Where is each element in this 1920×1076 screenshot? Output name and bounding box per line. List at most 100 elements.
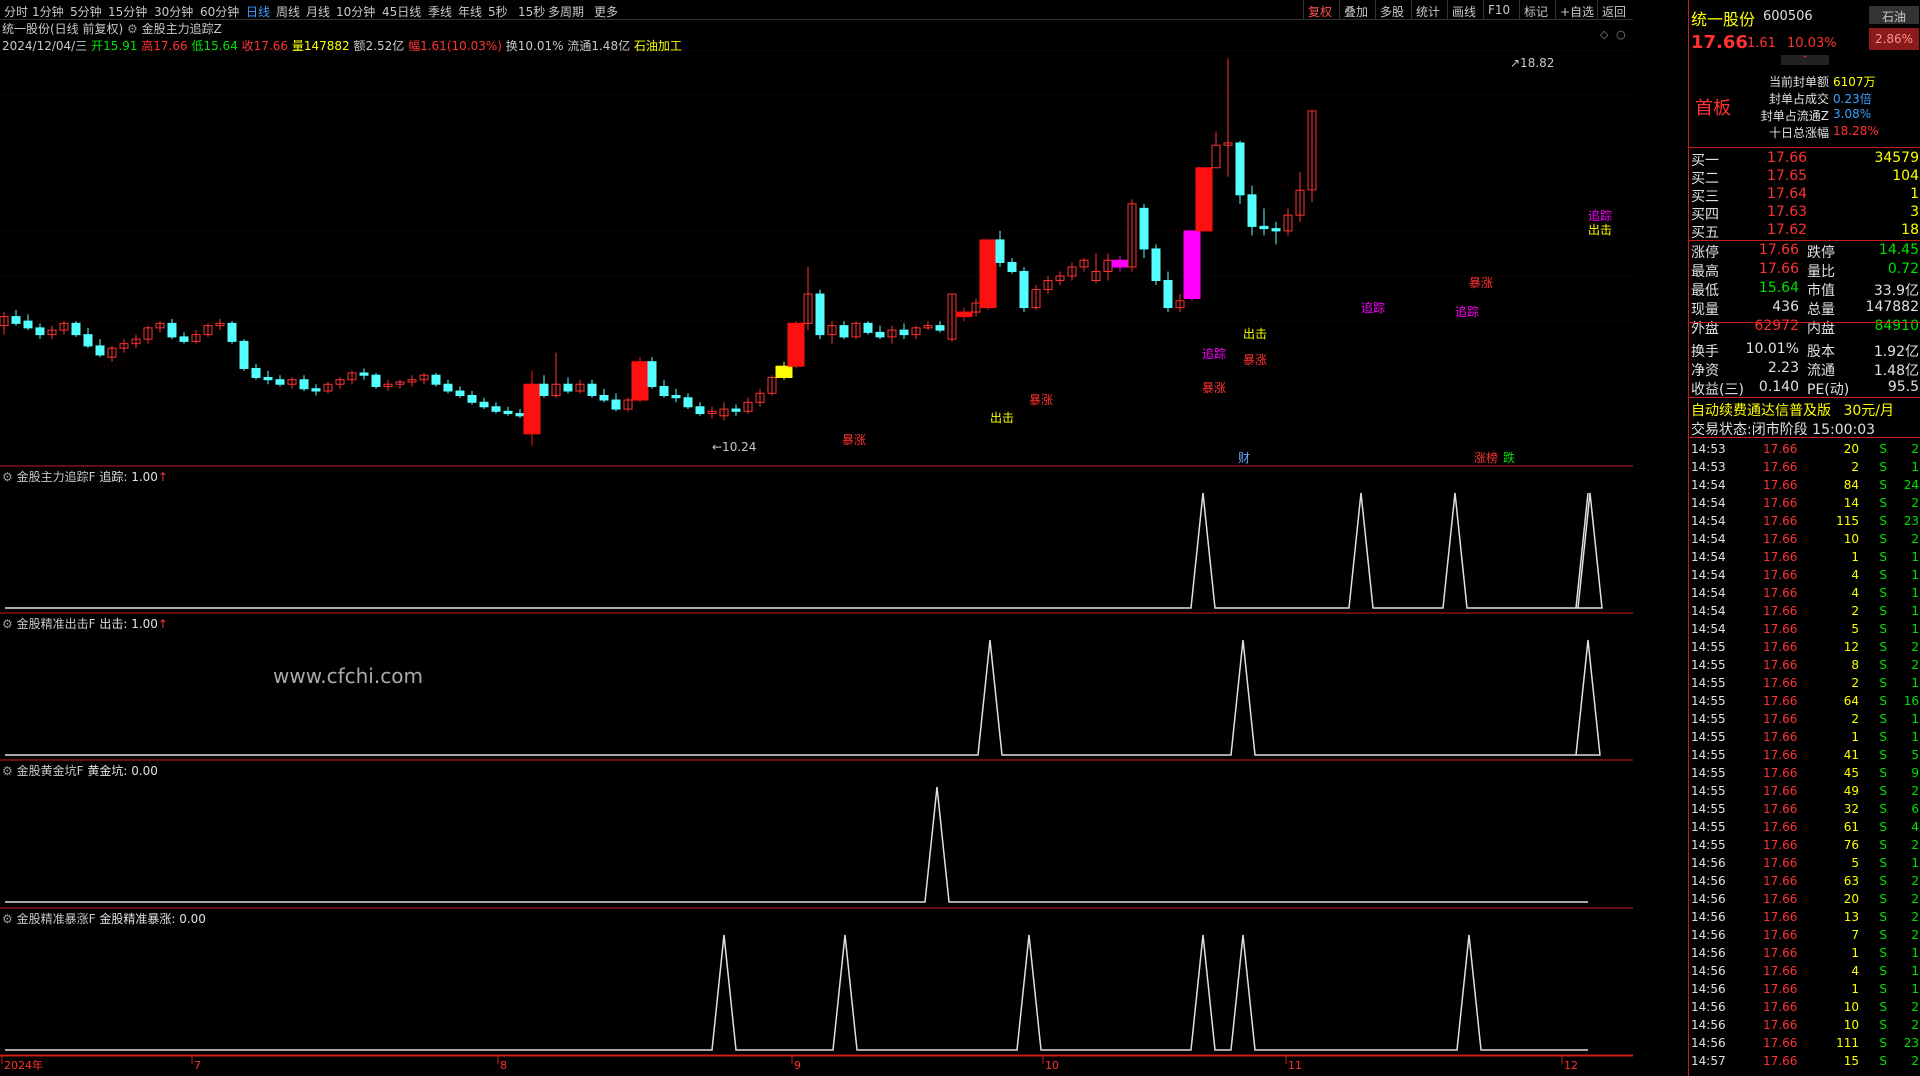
candle[interactable] [947,293,957,342]
candle[interactable] [671,388,681,403]
candle[interactable] [1223,58,1233,177]
candle[interactable] [491,402,501,414]
candle[interactable] [479,397,489,410]
candle[interactable] [707,406,717,419]
candle[interactable] [923,321,933,331]
candle[interactable] [203,323,213,337]
candle[interactable] [1235,140,1245,204]
candle[interactable] [539,375,549,398]
candle[interactable] [875,325,885,340]
candle[interactable] [659,379,669,398]
candle[interactable] [1211,131,1221,169]
candle[interactable] [143,325,153,344]
candle[interactable] [575,379,585,394]
candle[interactable] [299,375,309,392]
candle[interactable] [35,323,45,340]
candle[interactable] [719,402,729,421]
candle[interactable] [995,230,1005,267]
candle[interactable] [503,406,513,416]
candle[interactable] [215,318,225,331]
candle[interactable] [1183,230,1201,301]
candle[interactable] [1055,271,1065,286]
candle[interactable] [347,370,357,385]
candle[interactable] [599,388,609,403]
candle[interactable] [787,321,805,369]
candle[interactable] [611,393,621,412]
candle[interactable] [431,372,441,387]
candle[interactable] [1195,167,1213,232]
candle[interactable] [563,377,573,394]
candle[interactable] [323,381,333,394]
candle[interactable] [1127,199,1137,272]
candle[interactable] [131,334,141,349]
candle[interactable] [899,323,909,340]
candle[interactable] [275,375,285,387]
candle[interactable] [1067,262,1077,281]
panel-settings-icon[interactable]: ⚙ [2,617,13,631]
candle[interactable] [839,321,849,340]
candle[interactable] [167,318,177,340]
zhangbang-marker[interactable]: 涨榜 [1474,450,1498,465]
candle[interactable] [955,307,973,322]
indicator-name[interactable]: 金股主力追踪Z [142,22,222,36]
candle[interactable] [863,321,873,335]
kline-chart[interactable]: 19.0018.0017.0016.0015.0014.0013.0012.00… [0,0,1633,1076]
candle[interactable] [1307,110,1317,203]
candle[interactable] [0,312,9,335]
candle[interactable] [83,327,93,349]
order-book-row[interactable]: 买一 17.66 34579 [1689,150,1920,169]
candle[interactable] [1259,208,1269,236]
candle[interactable] [335,377,345,389]
candle[interactable] [523,370,541,446]
panel-settings-icon[interactable]: ⚙ [2,470,13,484]
candle[interactable] [731,404,741,416]
candle[interactable] [251,363,261,380]
candle[interactable] [551,352,561,398]
order-book-row[interactable]: 买四 17.63 3 [1689,204,1920,223]
candle[interactable] [683,393,693,410]
order-book-row[interactable]: 买五 17.62 18 [1689,222,1920,241]
candle[interactable] [695,402,705,416]
diamond-icon[interactable]: ◇ [1600,28,1609,41]
candle[interactable] [383,379,393,392]
die-marker[interactable]: 跌 [1503,450,1515,465]
finance-marker[interactable]: 财 [1238,451,1250,465]
sector-tag[interactable]: 石油 [1869,6,1919,24]
candle[interactable] [911,325,921,340]
candle[interactable] [971,298,981,317]
candle[interactable] [887,325,897,344]
candle[interactable] [1175,294,1185,313]
candle[interactable] [515,409,525,419]
candle[interactable] [395,379,405,389]
candle[interactable] [1043,276,1053,295]
candle[interactable] [623,397,633,412]
candle[interactable] [239,339,249,371]
candle[interactable] [311,384,321,396]
candle[interactable] [359,368,369,380]
candle[interactable] [467,391,477,405]
candle[interactable] [227,321,237,344]
candle[interactable] [1139,203,1149,258]
candle[interactable] [1007,257,1017,274]
candle[interactable] [119,339,129,353]
candle[interactable] [23,314,33,331]
candle[interactable] [11,309,21,326]
candle[interactable] [371,372,381,389]
candle[interactable] [47,325,57,340]
candle[interactable] [107,345,117,362]
candle[interactable] [935,321,945,333]
panel-settings-icon[interactable]: ⚙ [2,912,13,926]
candle[interactable] [1091,253,1101,283]
candle[interactable] [179,332,189,344]
candle[interactable] [95,339,105,358]
candle[interactable] [631,357,649,403]
candle[interactable] [1111,255,1129,272]
candle[interactable] [1271,221,1281,245]
candle[interactable] [587,379,597,398]
circle-icon[interactable]: ○ [1616,28,1626,41]
candle[interactable] [191,330,201,344]
candle[interactable] [647,357,657,389]
candle[interactable] [803,266,813,331]
candle[interactable] [1283,208,1293,236]
candle[interactable] [979,239,997,310]
